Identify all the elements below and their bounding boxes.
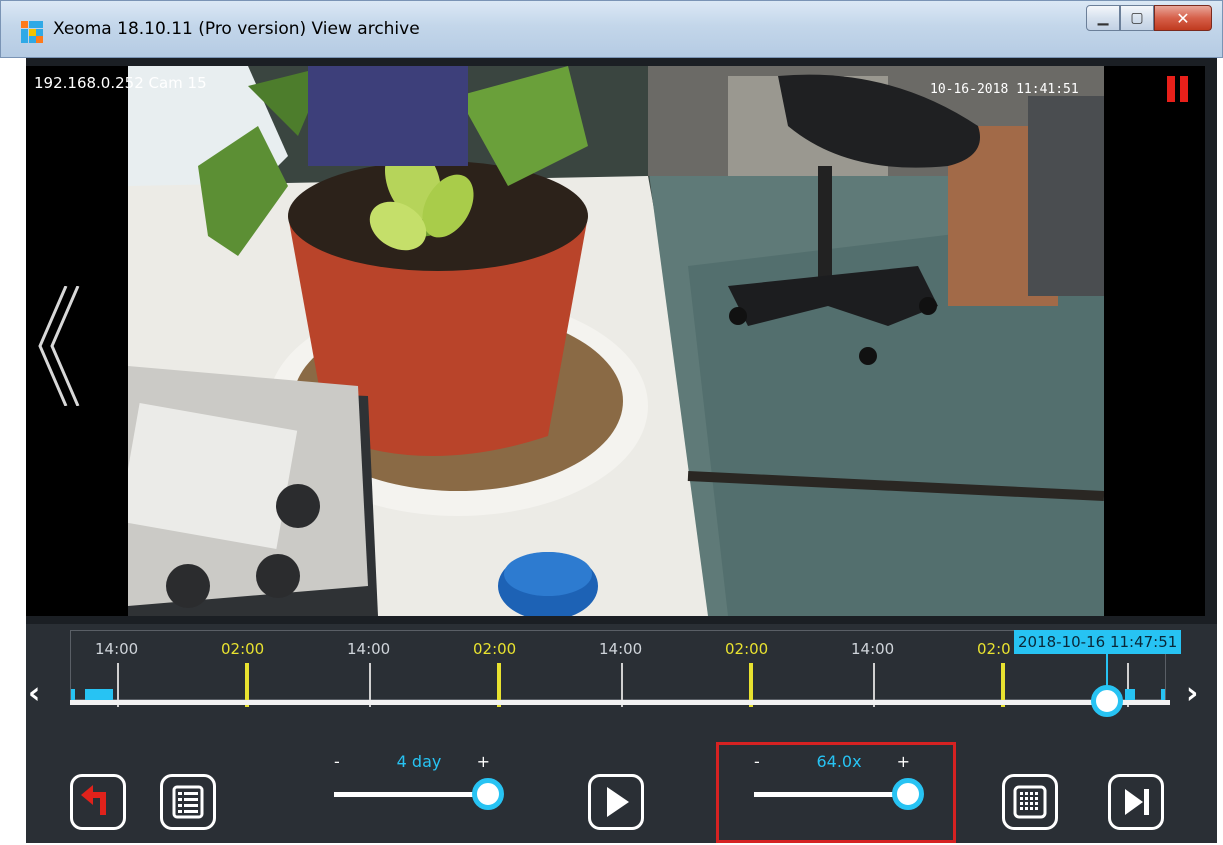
timeline-label: 14:00 [599,640,643,658]
chevron-right-icon[interactable]: › [1186,676,1198,711]
playback-speed-slider[interactable]: - 64.0x + [754,748,924,810]
speed-slider-handle[interactable] [892,778,924,810]
title-bar: Xeoma 18.10.11 (Pro version) View archiv… [0,0,1223,58]
timeline-playhead-handle[interactable] [1091,685,1123,717]
timeline-label: 14:00 [347,640,391,658]
playback-controls: - 4 day + - 64.0x + [26,742,1217,843]
play-icon [607,787,629,817]
timeline-scale[interactable]: 14:00 02:00 14:00 02:00 14:00 02:00 14:0… [70,630,1166,707]
list-icon [172,785,204,819]
timeline-track[interactable] [70,700,1170,705]
timeline-scale-slider[interactable]: - 4 day + [334,748,504,810]
video-frame[interactable]: 192.168.0.252 Cam 15 10-16-2018 11:41:51 [26,66,1205,616]
timeline[interactable]: ‹ › 14:00 02:00 14:00 02:00 14:00 02:00 … [26,624,1217,744]
archive-list-button[interactable] [160,774,216,830]
camera-label: 192.168.0.252 Cam 15 [34,74,207,92]
close-icon: ✕ [1176,8,1190,28]
timeline-current-time: 2018-10-16 11:47:51 [1014,630,1182,654]
timeline-label: 02:00 [725,640,769,658]
video-timestamp: 10-16-2018 11:41:51 [930,82,1079,97]
grid-icon [1013,785,1047,819]
maximize-icon: ▢ [1130,10,1144,26]
undo-arrow-icon [81,785,106,815]
minimize-button[interactable]: ▁ [1086,5,1120,31]
window-controls: ▁ ▢ ✕ [1086,5,1212,31]
archive-viewer: 192.168.0.252 Cam 15 10-16-2018 11:41:51… [26,58,1217,843]
skip-to-end-icon [1125,789,1149,815]
timeline-label: 02:00 [221,640,265,658]
xeoma-logo-icon [21,21,43,43]
layout-grid-button[interactable] [1002,774,1058,830]
camera-image [128,66,1104,616]
timeline-label: 14:00 [851,640,895,658]
back-button[interactable] [70,774,126,830]
scale-track[interactable] [334,792,484,797]
timeline-label: 02:00 [473,640,517,658]
pause-icon[interactable] [1167,76,1189,102]
window-title: Xeoma 18.10.11 (Pro version) View archiv… [53,19,420,39]
close-button[interactable]: ✕ [1154,5,1212,31]
skip-to-live-button[interactable] [1108,774,1164,830]
double-chevron-left-icon[interactable] [36,285,80,407]
chevron-left-icon[interactable]: ‹ [28,676,40,711]
scale-plus[interactable]: + [477,752,490,771]
speed-track[interactable] [754,792,904,797]
play-button[interactable] [588,774,644,830]
speed-plus[interactable]: + [897,752,910,771]
maximize-button[interactable]: ▢ [1120,5,1154,31]
timeline-label: 02:0 [977,640,1011,658]
scale-slider-handle[interactable] [472,778,504,810]
minimize-icon: ▁ [1097,10,1109,26]
timeline-label: 14:00 [95,640,139,658]
